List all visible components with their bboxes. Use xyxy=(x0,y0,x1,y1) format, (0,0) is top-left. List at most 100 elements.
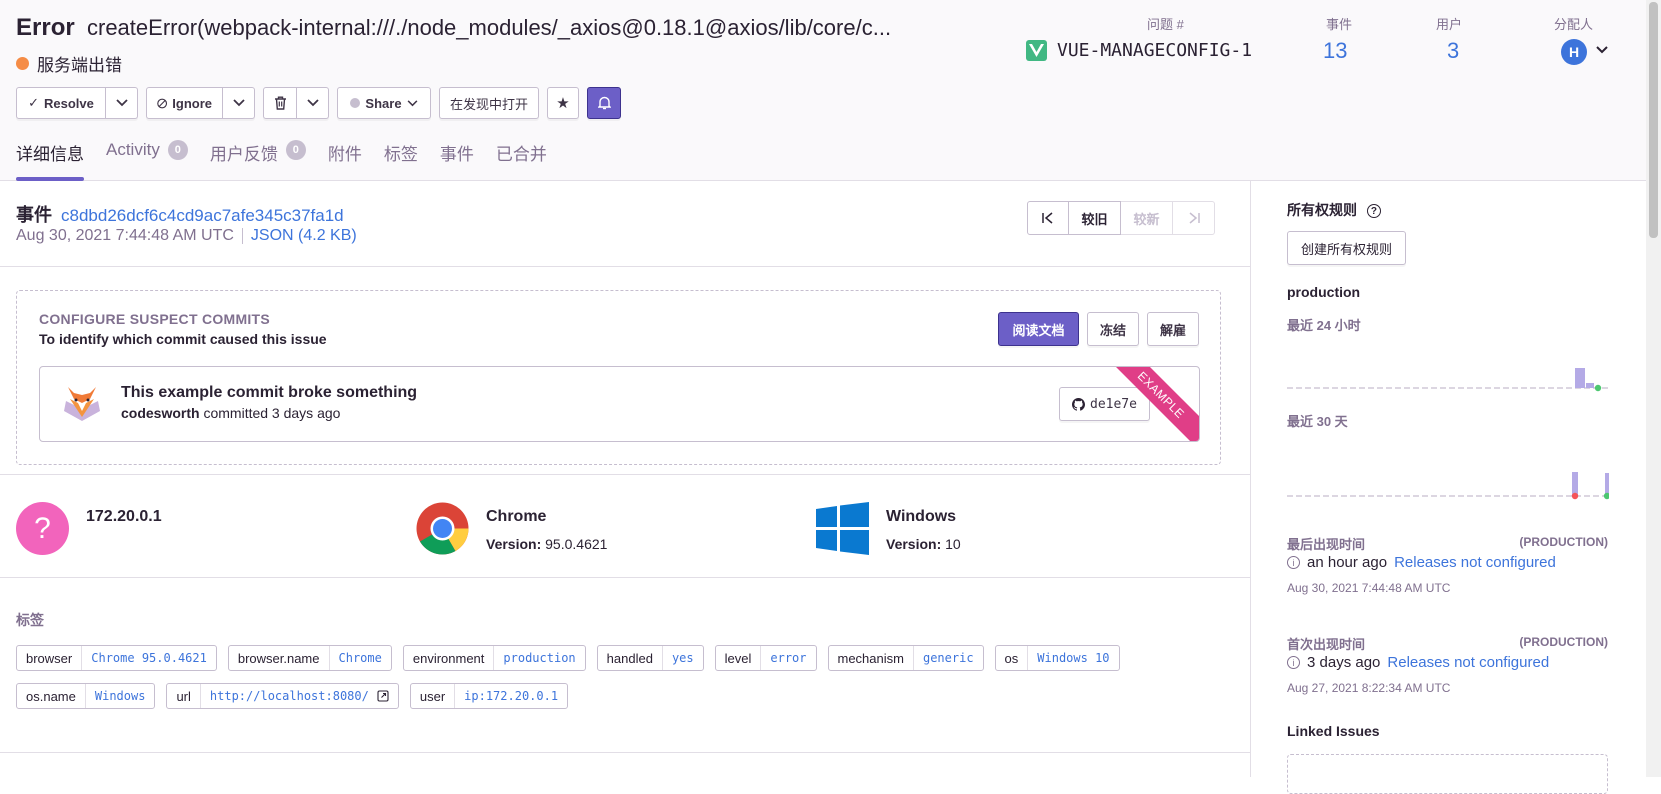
tag-environment[interactable]: environment production xyxy=(402,645,586,671)
tag-user[interactable]: user ip:172.20.0.1 xyxy=(409,683,569,709)
tab-user-feedback[interactable]: 用户反馈 0 xyxy=(210,140,306,181)
delete-group xyxy=(263,87,329,119)
help-icon[interactable]: ? xyxy=(1366,204,1381,219)
tab-activity-label: Activity xyxy=(106,140,160,159)
delete-button[interactable] xyxy=(263,87,297,119)
subscribe-button[interactable] xyxy=(587,87,621,119)
linked-issues-panel xyxy=(1287,754,1608,794)
tab-activity[interactable]: Activity 0 xyxy=(106,140,188,181)
tag-value[interactable]: http://localhost:8080/ xyxy=(201,684,398,708)
context-summary: ? 172.20.0.1 Chrome Version: 95.0.4621 W… xyxy=(0,475,1251,578)
tag-handled[interactable]: handled yes xyxy=(596,645,704,671)
tag-value[interactable]: Chrome 95.0.4621 xyxy=(82,646,216,670)
open-in-discover-button[interactable]: 在发现中打开 xyxy=(439,87,539,119)
older-event-button[interactable]: 较旧 xyxy=(1069,201,1121,235)
dismiss-button[interactable]: 解雇 xyxy=(1147,312,1199,346)
tab-merged[interactable]: 已合并 xyxy=(496,140,547,181)
chrome-icon xyxy=(416,502,469,555)
event-meta: Aug 30, 2021 7:44:48 AM UTC JSON (4.2 KB… xyxy=(16,227,357,245)
tab-tags[interactable]: 标签 xyxy=(384,140,418,181)
tag-value[interactable]: Windows xyxy=(86,684,155,708)
suspect-commits-panel: CONFIGURE SUSPECT COMMITS To identify wh… xyxy=(16,290,1221,465)
star-icon: ★ xyxy=(556,95,570,112)
chevron-down-icon[interactable] xyxy=(1596,41,1608,57)
suspect-commits-section: CONFIGURE SUSPECT COMMITS To identify wh… xyxy=(0,267,1251,475)
event-pager: 较旧 较新 xyxy=(1027,201,1215,235)
tag-key: handled xyxy=(598,646,663,670)
ignore-label: Ignore xyxy=(172,95,212,111)
context-os-text: Windows Version: 10 xyxy=(886,502,961,552)
events-count[interactable]: 13 xyxy=(1323,38,1347,64)
context-user-text: 172.20.0.1 xyxy=(86,502,162,526)
info-icon: i xyxy=(1287,656,1300,669)
last-seen-label: 最后出现时间 xyxy=(1287,537,1366,552)
releases-not-configured-link[interactable]: Releases not configured xyxy=(1387,654,1549,671)
tab-attachments[interactable]: 附件 xyxy=(328,140,362,181)
ignore-button[interactable]: Ignore xyxy=(146,87,223,119)
tag-value[interactable]: yes xyxy=(663,646,703,670)
assignee-label: 分配人 xyxy=(1554,17,1594,32)
scroll-thumb[interactable] xyxy=(1649,2,1658,238)
tag-browser-name[interactable]: browser.name Chrome xyxy=(227,645,392,671)
os-version: Version: 10 xyxy=(886,536,961,552)
check-icon: ✓ xyxy=(28,95,40,110)
issue-tabs: 详细信息 Activity 0 用户反馈 0 附件 标签 事件 已合并 xyxy=(16,140,569,181)
tag-url-value: http://localhost:8080/ xyxy=(209,689,369,703)
ignore-group: Ignore xyxy=(146,87,255,119)
page-scrollbar[interactable] xyxy=(1646,0,1661,777)
delete-dropdown-button[interactable] xyxy=(297,87,329,119)
chevron-down-icon xyxy=(407,99,417,106)
tag-value[interactable]: Chrome xyxy=(330,646,391,670)
chevron-down-icon xyxy=(115,99,128,107)
assignee-avatar[interactable]: H xyxy=(1561,39,1587,65)
newest-event-button[interactable] xyxy=(1173,201,1215,235)
tag-key: os.name xyxy=(17,684,86,708)
commit-sha: de1e7e xyxy=(1090,396,1137,412)
tag-value[interactable]: production xyxy=(494,646,584,670)
tab-user-feedback-label: 用户反馈 xyxy=(209,145,278,164)
windows-icon xyxy=(816,502,869,555)
external-link-icon[interactable] xyxy=(377,690,389,702)
tag-value[interactable]: error xyxy=(761,646,815,670)
tag-key: mechanism xyxy=(829,646,914,670)
tab-details[interactable]: 详细信息 xyxy=(16,140,84,181)
level-indicator-icon xyxy=(16,57,29,70)
resolve-dropdown-button[interactable] xyxy=(106,87,138,119)
create-ownership-rule-button[interactable]: 创建所有权规则 xyxy=(1287,231,1406,265)
tag-value[interactable]: ip:172.20.0.1 xyxy=(455,684,567,708)
tag-value[interactable]: Windows 10 xyxy=(1028,646,1118,670)
event-title: 事件 c8dbd26dcf6c4cd9ac7afe345c37fa1d xyxy=(16,201,344,227)
json-link[interactable]: JSON (4.2 KB) xyxy=(251,227,357,245)
tab-events[interactable]: 事件 xyxy=(440,140,474,181)
tag-browser[interactable]: browser Chrome 95.0.4621 xyxy=(16,645,217,671)
commit-sha-button[interactable]: de1e7e xyxy=(1059,387,1150,421)
bookmark-button[interactable]: ★ xyxy=(547,87,579,119)
tag-os[interactable]: os Windows 10 xyxy=(994,645,1120,671)
releases-not-configured-link[interactable]: Releases not configured xyxy=(1394,554,1556,571)
ignore-dropdown-button[interactable] xyxy=(223,87,255,119)
tag-level[interactable]: level error xyxy=(714,645,817,671)
event-header: 事件 c8dbd26dcf6c4cd9ac7afe345c37fa1d Aug … xyxy=(0,181,1251,267)
users-count[interactable]: 3 xyxy=(1447,38,1459,64)
tag-mechanism[interactable]: mechanism generic xyxy=(827,645,984,671)
read-docs-button[interactable]: 阅读文档 xyxy=(998,312,1079,346)
tag-key: level xyxy=(716,646,762,670)
version-label: Version: xyxy=(486,536,542,552)
linked-issues-title: Linked Issues xyxy=(1287,723,1380,739)
oldest-event-button[interactable] xyxy=(1027,201,1069,235)
newer-event-button[interactable]: 较新 xyxy=(1121,201,1173,235)
short-id[interactable]: VUE-MANAGECONFIG-1 xyxy=(1026,40,1252,61)
resolve-button[interactable]: ✓ Resolve xyxy=(16,87,106,119)
tab-attachments-label: 附件 xyxy=(327,145,362,164)
last-30d-label: 最近 30 天 xyxy=(1287,414,1348,429)
trash-icon xyxy=(274,96,286,110)
share-button[interactable]: Share xyxy=(337,87,431,119)
tag-url[interactable]: url http://localhost:8080/ xyxy=(166,683,399,709)
event-id-link[interactable]: c8dbd26dcf6c4cd9ac7afe345c37fa1d xyxy=(61,206,344,225)
last-24h-label: 最近 24 小时 xyxy=(1287,318,1361,333)
commit-message: This example commit broke something xyxy=(121,384,418,401)
snooze-button[interactable]: 冻结 xyxy=(1087,312,1139,346)
version-label: Version: xyxy=(886,536,942,552)
tag-value[interactable]: generic xyxy=(914,646,983,670)
tag-os-name[interactable]: os.name Windows xyxy=(16,683,156,709)
